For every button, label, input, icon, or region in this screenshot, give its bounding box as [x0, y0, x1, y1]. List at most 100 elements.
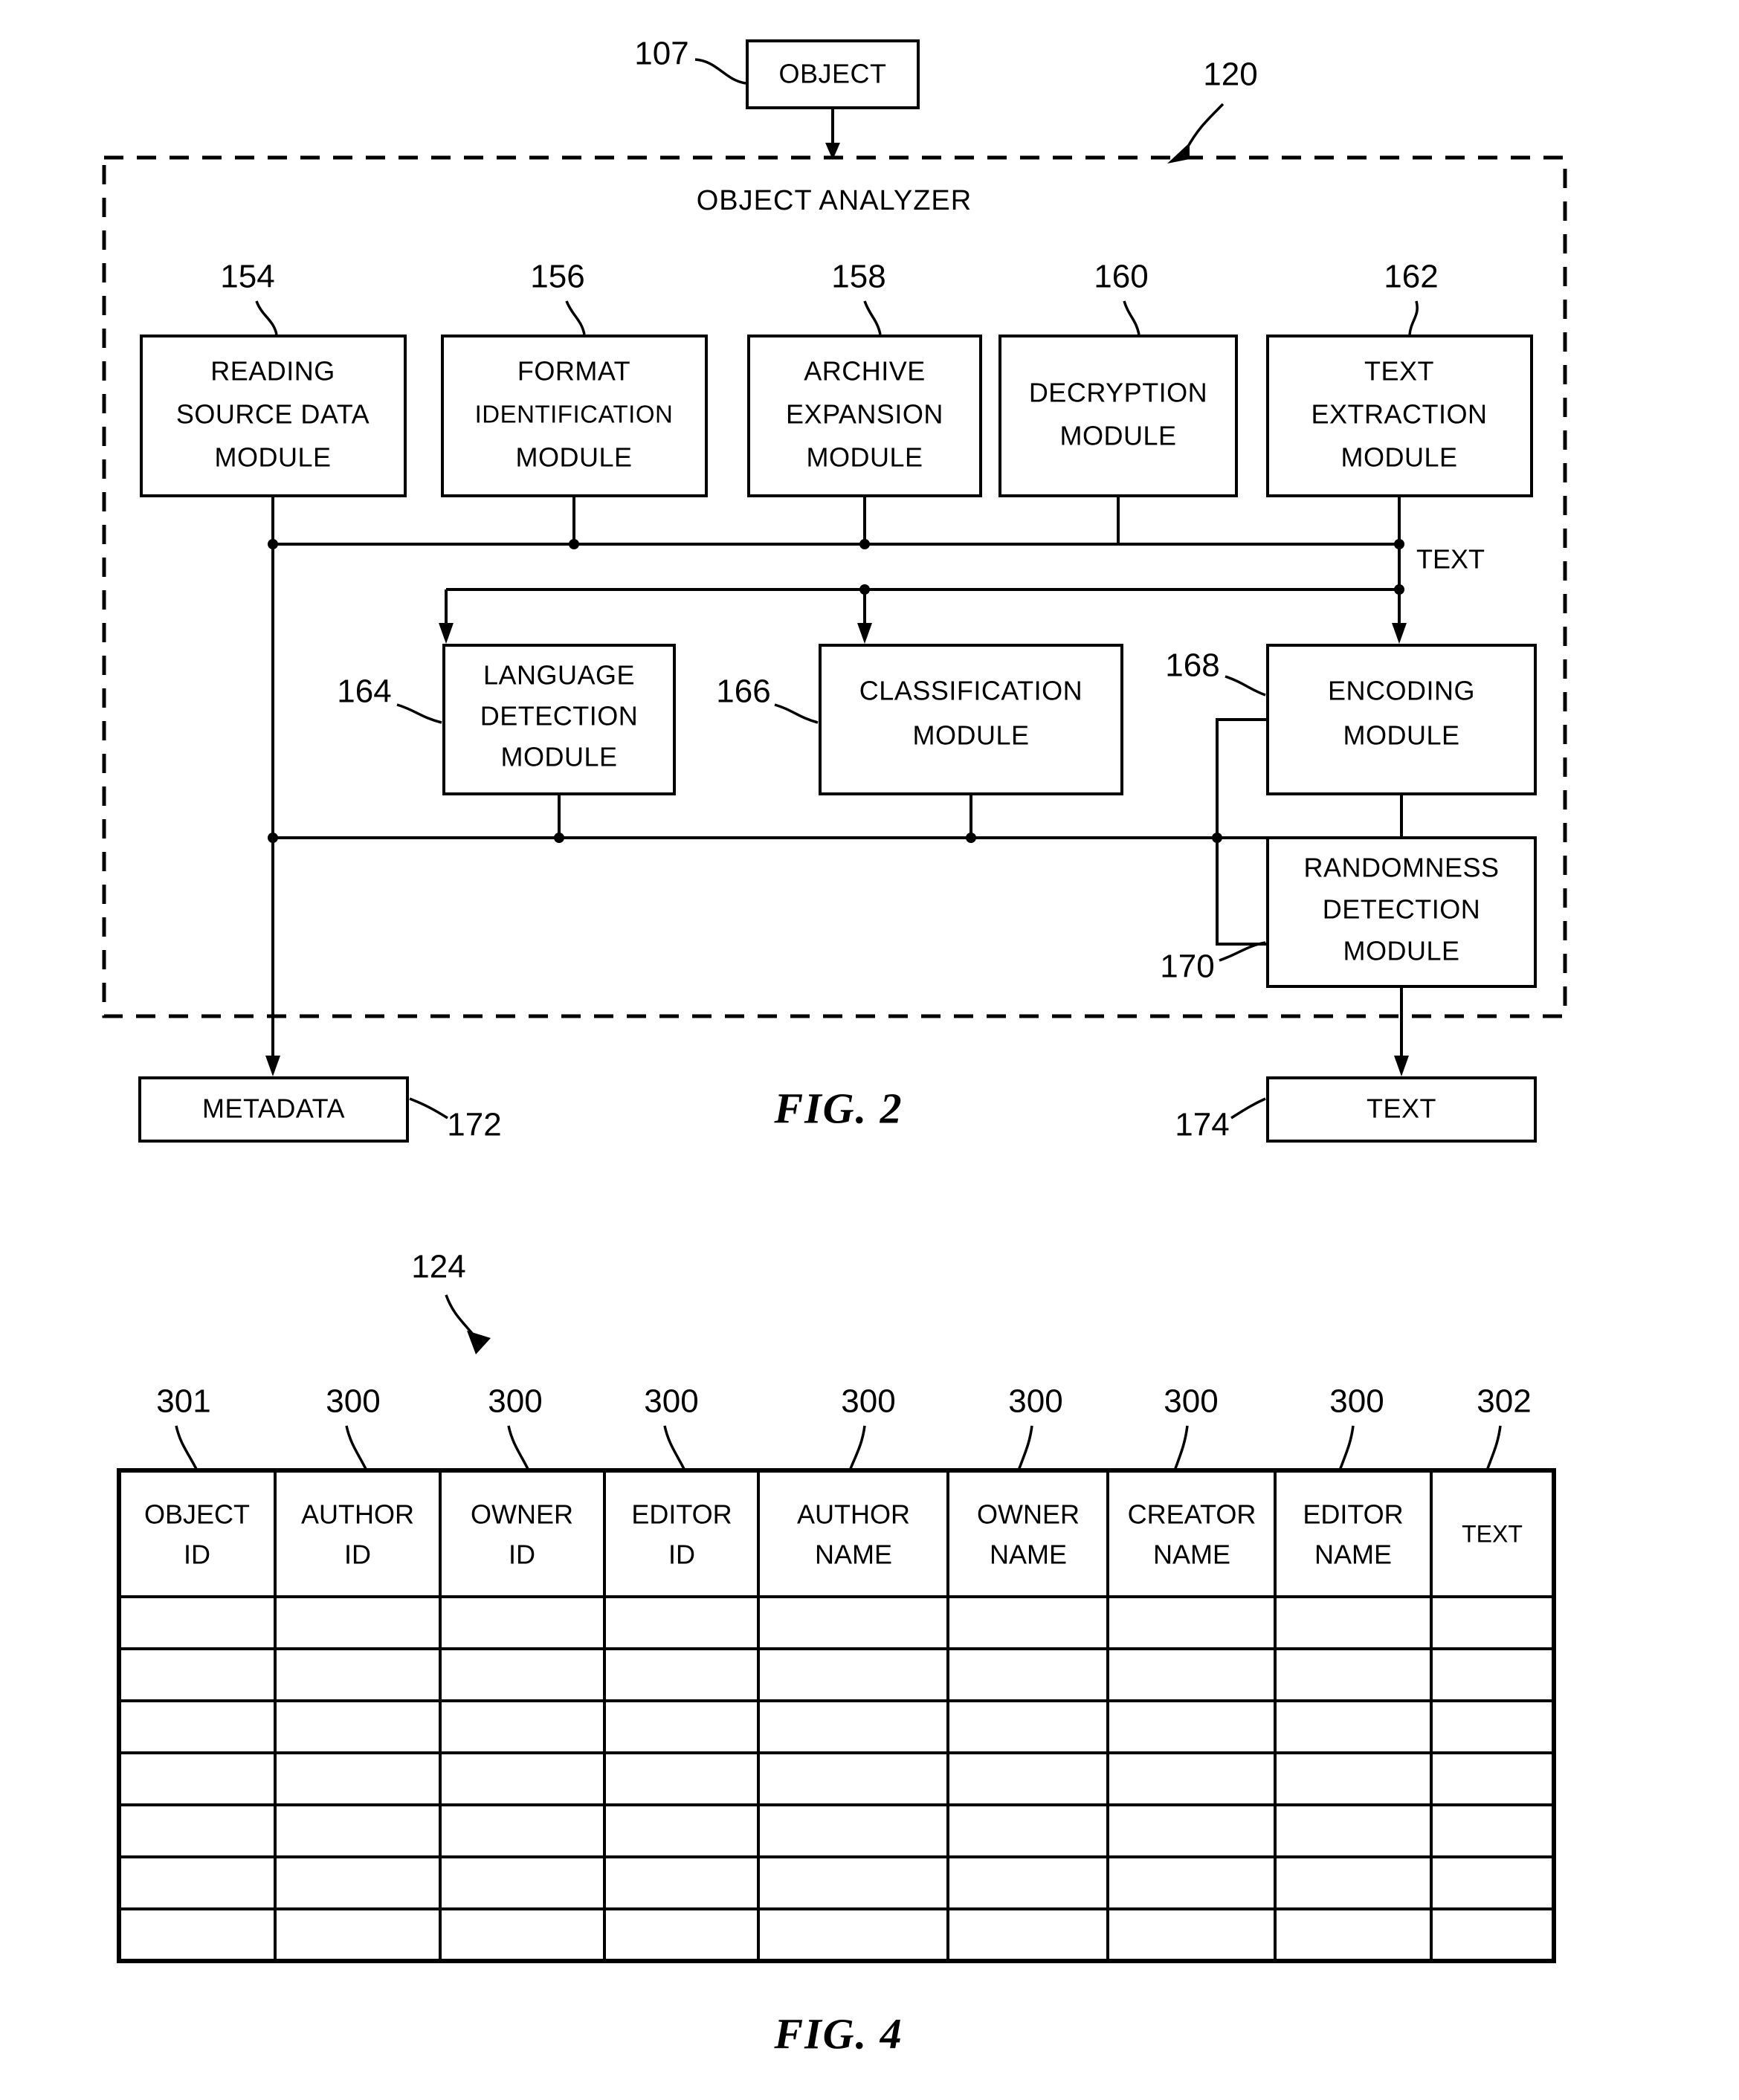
junction-154-lower-bus	[268, 833, 278, 843]
module-classification: CLASSIFICATION MODULE	[819, 644, 1123, 795]
header-cell-7-line-1: EDITOR	[1303, 1499, 1403, 1530]
header-cell-2-line-1: OWNER	[471, 1499, 573, 1530]
output-metadata: METADATA	[138, 1076, 409, 1143]
header-cell-5-line-1: OWNER	[977, 1499, 1080, 1530]
text-output-arrowhead	[1394, 1056, 1409, 1076]
arrowhead-to-164	[439, 623, 454, 644]
ref-168: 168	[1165, 647, 1219, 684]
header-cell-4-line-1: AUTHOR	[797, 1499, 910, 1530]
decryption-module-line-2: MODULE	[1059, 421, 1176, 451]
text-extraction-module-line-3: MODULE	[1340, 442, 1457, 473]
module-format-identification: FORMAT IDENTIFICATION MODULE	[441, 335, 708, 497]
junction-164-lower-bus	[554, 833, 564, 843]
wire-randomness-feedback-loop	[1216, 718, 1268, 946]
archive-expansion-module-line-2: EXPANSION	[786, 399, 943, 430]
encoding-module-line-1: ENCODING	[1328, 676, 1475, 706]
header-cell-1-line-2: ID	[344, 1540, 371, 1570]
module-encoding: ENCODING MODULE	[1266, 644, 1537, 795]
object-input-node: OBJECT	[746, 39, 920, 109]
ref-172-leader	[409, 1097, 448, 1120]
encoding-module-line-2: MODULE	[1343, 720, 1459, 751]
ref-160: 160	[1094, 259, 1148, 295]
figure-2-group: OBJECT 107 120 OBJECT ANALYZER READING S…	[102, 36, 1567, 1143]
junction-158-upper-bus	[859, 539, 870, 549]
column-ref-numbers: 301 300 300 300 300 300 300 300 302	[156, 1383, 1532, 1471]
col-ref-7-leader	[1338, 1425, 1355, 1471]
col-ref-6: 300	[1164, 1383, 1218, 1420]
format-identification-module-line-3: MODULE	[515, 442, 632, 473]
archive-expansion-module-line-3: MODULE	[806, 442, 923, 473]
module-archive-expansion: ARCHIVE EXPANSION MODULE	[747, 335, 982, 497]
col-ref-6-leader	[1173, 1425, 1189, 1471]
figures-canvas: OBJECT 107 120 OBJECT ANALYZER READING S…	[102, 36, 1567, 2058]
ref-154-leader	[255, 300, 278, 335]
module-reading-source-data: READING SOURCE DATA MODULE	[140, 335, 407, 497]
arrowhead-to-166	[857, 623, 872, 644]
output-text: TEXT	[1266, 1076, 1537, 1143]
module-randomness-detection: RANDOMNESS DETECTION MODULE	[1266, 836, 1537, 988]
col-ref-0: 301	[156, 1383, 210, 1420]
randomness-detection-module-line-1: RANDOMNESS	[1303, 853, 1499, 883]
signal-label-text: TEXT	[1416, 544, 1485, 575]
col-ref-2-leader	[507, 1425, 530, 1471]
ref-124: 124	[411, 1249, 465, 1285]
archive-expansion-module-line-1: ARCHIVE	[804, 356, 926, 387]
format-identification-module-line-2: IDENTIFICATION	[475, 401, 674, 428]
col-ref-5: 300	[1008, 1383, 1062, 1420]
ref-166: 166	[716, 673, 770, 710]
col-ref-8: 302	[1477, 1383, 1531, 1420]
arrowhead-to-168	[1392, 623, 1407, 644]
text-extraction-module-line-1: TEXT	[1364, 356, 1434, 387]
ref-162: 162	[1384, 259, 1438, 295]
classification-module-line-2: MODULE	[912, 720, 1029, 751]
ref-124-arrowhead	[467, 1331, 491, 1354]
col-ref-7: 300	[1329, 1383, 1384, 1420]
object-analyzer-title: OBJECT ANALYZER	[697, 185, 972, 216]
patent-drawing-sheet: OBJECT 107 120 OBJECT ANALYZER READING S…	[0, 0, 1739, 2100]
ref-174: 174	[1175, 1107, 1229, 1143]
junction-166-lower-bus	[966, 833, 976, 843]
ref-156: 156	[530, 259, 584, 295]
ref-170: 170	[1160, 949, 1214, 985]
decryption-module-line-1: DECRYPTION	[1029, 378, 1207, 408]
text-extraction-module-line-2: EXTRACTION	[1311, 399, 1487, 430]
ref-154: 154	[220, 259, 274, 295]
header-cell-7-line-2: NAME	[1314, 1540, 1392, 1570]
header-cell-1-line-1: AUTHOR	[301, 1499, 414, 1530]
col-ref-2: 300	[488, 1383, 542, 1420]
header-cell-4-line-2: NAME	[815, 1540, 892, 1570]
col-ref-1-leader	[345, 1425, 368, 1471]
col-ref-3-leader	[663, 1425, 686, 1471]
metadata-box-label: METADATA	[202, 1093, 345, 1124]
col-ref-1: 300	[326, 1383, 380, 1420]
language-detection-module-line-3: MODULE	[500, 742, 617, 772]
header-cell-3-line-2: ID	[668, 1540, 695, 1570]
header-cell-6-line-2: NAME	[1153, 1540, 1230, 1570]
ref-162-leader	[1408, 300, 1419, 335]
ref-158-leader	[863, 300, 882, 335]
figure-4-caption: FIG. 4	[773, 2009, 903, 2058]
figure-4-group: 124 301 300 300 300 300 300 300 300 302	[117, 1249, 1556, 2058]
format-identification-module-line-1: FORMAT	[517, 356, 630, 387]
ref-158: 158	[831, 259, 885, 295]
ref-120-leader	[1184, 103, 1225, 151]
metadata-arrowhead	[265, 1056, 280, 1076]
classification-module-line-1: CLASSIFICATION	[859, 676, 1083, 706]
module-text-extraction: TEXT EXTRACTION MODULE	[1266, 335, 1533, 497]
randomness-detection-module-line-2: DETECTION	[1323, 894, 1481, 925]
ref-120-arrowhead	[1167, 143, 1190, 164]
text-output-box-label: TEXT	[1367, 1093, 1436, 1124]
header-cell-0-line-1: OBJECT	[144, 1499, 250, 1530]
ref-168-leader	[1225, 675, 1266, 697]
ref-120: 120	[1203, 56, 1257, 93]
table-row-separators	[119, 1595, 1554, 1910]
reading-source-data-module-line-1: READING	[210, 356, 335, 387]
header-cell-6-line-1: CREATOR	[1128, 1499, 1256, 1530]
col-ref-5-leader	[1017, 1425, 1033, 1471]
col-ref-4: 300	[841, 1383, 895, 1420]
header-cell-3-line-1: EDITOR	[631, 1499, 732, 1530]
ref-124-leader	[445, 1294, 477, 1340]
col-ref-4-leader	[848, 1425, 866, 1471]
decryption-module-box	[998, 335, 1238, 497]
ref-172: 172	[447, 1107, 501, 1143]
